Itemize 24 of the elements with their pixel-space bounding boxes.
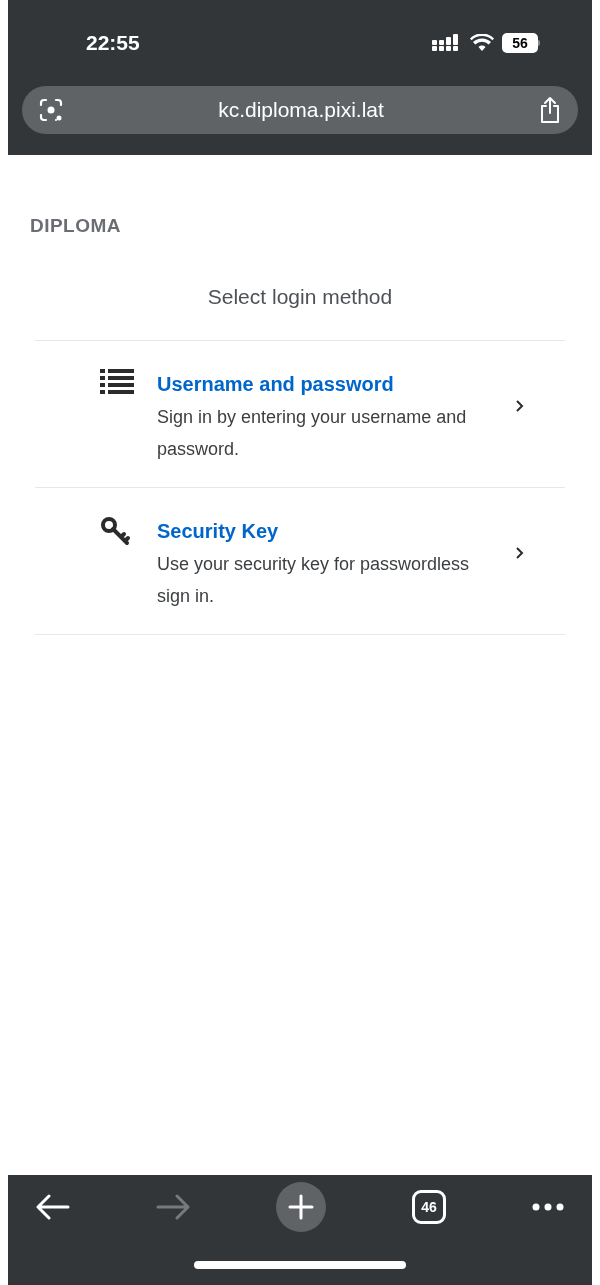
list-icon <box>100 369 134 395</box>
battery-icon: 56 <box>502 33 540 53</box>
login-method-item[interactable]: Username and password Sign in by entering your username and password. <box>35 341 565 488</box>
camera-search-icon[interactable] <box>38 97 64 123</box>
key-icon <box>100 516 132 546</box>
method-title: Security Key <box>157 519 280 544</box>
method-description: Use your security key for passwordless sign in. <box>157 553 471 608</box>
wifi-icon <box>470 34 494 52</box>
plus-icon <box>288 1194 314 1220</box>
method-description: Sign in by entering your username and password. <box>157 406 468 461</box>
new-tab-button[interactable] <box>276 1182 326 1232</box>
back-arrow-icon[interactable] <box>36 1194 70 1220</box>
page-heading: Select login method <box>206 283 394 310</box>
method-title: Username and password <box>157 372 395 397</box>
chevron-right-icon <box>515 546 525 560</box>
tab-count-button[interactable]: 46 <box>412 1190 446 1224</box>
realm-title: DIPLOMA <box>30 214 122 238</box>
login-method-item[interactable]: Security Key Use your security key for passwordless sign in. <box>35 488 565 635</box>
status-time: 22:55 <box>86 30 140 57</box>
address-bar[interactable]: kc.diploma.pixi.lat <box>22 86 578 134</box>
url-text: kc.diploma.pixi.lat <box>217 97 385 124</box>
share-icon[interactable] <box>538 96 562 124</box>
more-icon[interactable] <box>532 1203 564 1211</box>
chevron-right-icon <box>515 399 525 413</box>
